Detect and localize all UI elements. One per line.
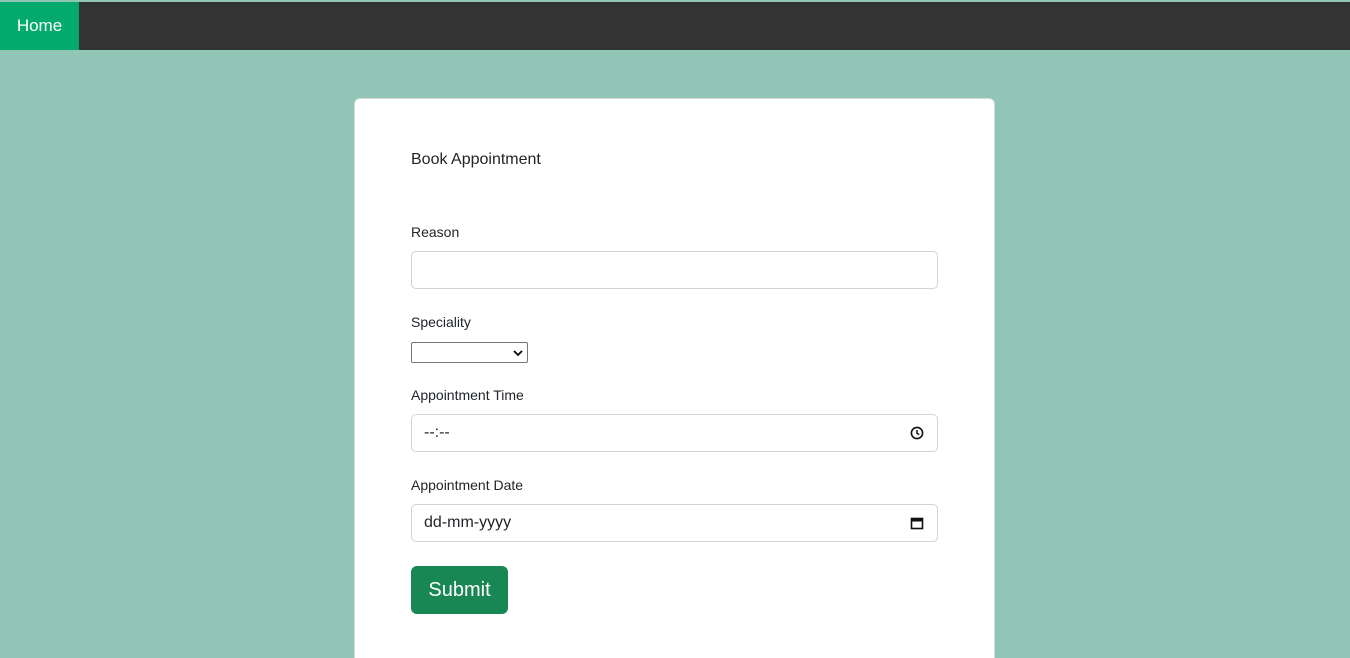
chevron-down-icon — [513, 349, 523, 356]
speciality-select[interactable] — [411, 342, 528, 363]
appointment-date-label: Appointment Date — [411, 477, 524, 493]
form-title: Book Appointment — [411, 151, 541, 168]
appointment-time-input[interactable]: --:-- — [411, 414, 938, 452]
calendar-icon[interactable] — [909, 515, 925, 531]
appointment-form-card: Book Appointment Reason Speciality Appoi… — [354, 98, 995, 658]
top-navbar: Home — [0, 2, 1350, 50]
reason-label: Reason — [411, 224, 460, 240]
appointment-date-input[interactable]: dd-mm-yyyy — [411, 504, 938, 542]
appointment-time-placeholder: --:-- — [424, 424, 450, 441]
reason-input[interactable] — [411, 251, 938, 289]
appointment-time-label: Appointment Time — [411, 387, 524, 403]
submit-button[interactable]: Submit — [411, 566, 508, 614]
appointment-date-placeholder: dd-mm-yyyy — [424, 514, 512, 531]
speciality-label: Speciality — [411, 314, 471, 330]
nav-home-link[interactable]: Home — [0, 2, 79, 50]
clock-icon[interactable] — [909, 425, 925, 441]
